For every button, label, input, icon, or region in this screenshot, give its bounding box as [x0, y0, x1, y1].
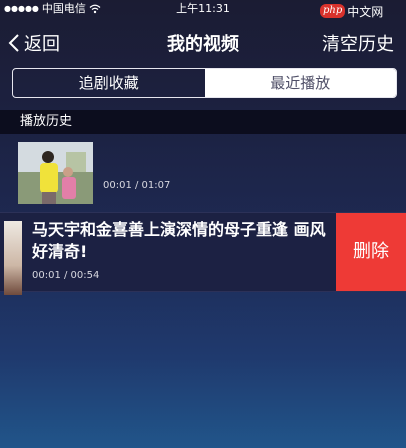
video-title: 马天宇和金喜善上演深情的母子重逢 画风好清奇! [32, 220, 326, 261]
history-item[interactable]: 马天宇和金喜善上演深情的母子重逢 画风好清奇! 00:01 / 00:54 删除 [0, 212, 406, 295]
clear-history-button[interactable]: 清空历史 [322, 30, 394, 56]
segmented-tabs: 追剧收藏 最近播放 [12, 68, 397, 98]
tab-recent[interactable]: 最近播放 [204, 69, 396, 97]
watermark-text: 中文网 [347, 4, 384, 19]
thumbnail-image [18, 142, 93, 204]
video-thumbnail [4, 221, 22, 295]
chevron-left-icon [8, 34, 19, 52]
delete-button[interactable]: 删除 [336, 213, 406, 291]
video-thumbnail [18, 142, 93, 204]
back-label: 返回 [24, 34, 60, 55]
watermark: php 中文网 [320, 2, 402, 20]
nav-bar: 返回 我的视频 清空历史 [0, 22, 406, 62]
history-item[interactable]: 00:01 / 01:07 [0, 136, 406, 208]
play-progress: 00:01 / 00:54 [32, 270, 100, 281]
tab-favorites[interactable]: 追剧收藏 [13, 69, 205, 97]
back-button[interactable]: 返回 [8, 30, 60, 56]
play-progress: 00:01 / 01:07 [103, 180, 171, 191]
watermark-logo: php [320, 4, 346, 18]
section-header: 播放历史 [0, 110, 406, 134]
